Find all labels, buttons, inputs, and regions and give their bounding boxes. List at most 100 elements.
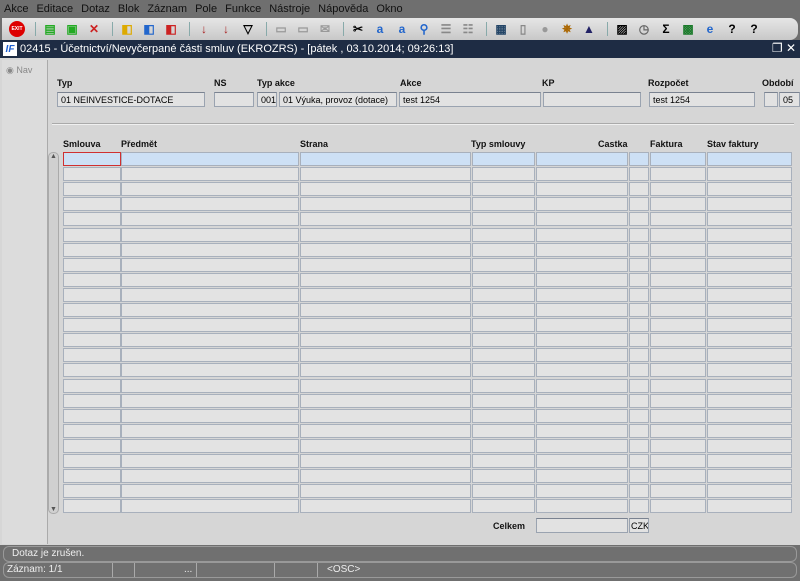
cell-faktura[interactable] — [650, 423, 706, 438]
indent-icon[interactable]: ☰ — [437, 21, 455, 37]
cell-stav-faktury[interactable] — [707, 212, 792, 227]
cell-typ-smlouvy[interactable] — [472, 303, 535, 317]
cell-extra[interactable] — [629, 318, 649, 333]
cell-smlouva[interactable] — [63, 423, 121, 438]
cell-castka[interactable] — [536, 257, 628, 272]
cell-extra[interactable] — [629, 212, 649, 227]
rozpocet-field[interactable]: test 1254 — [649, 92, 755, 107]
cell-predmet[interactable] — [121, 182, 299, 197]
cell-stav-faktury[interactable] — [707, 363, 792, 378]
cell-stav-faktury[interactable] — [707, 393, 792, 408]
context-help-icon[interactable]: ? — [745, 21, 763, 37]
print-setup-icon[interactable]: ▭ — [294, 21, 312, 37]
wheel-icon[interactable]: ✵ — [558, 21, 576, 37]
cell-strana[interactable] — [300, 287, 471, 302]
cell-extra[interactable] — [629, 197, 649, 212]
cell-strana[interactable] — [300, 438, 471, 453]
cell-castka[interactable] — [536, 484, 628, 499]
cell-stav-faktury[interactable] — [707, 438, 792, 453]
cell-smlouva[interactable] — [63, 393, 121, 408]
cell-smlouva[interactable] — [63, 484, 121, 499]
cell-predmet[interactable] — [121, 348, 299, 363]
cell-faktura[interactable] — [650, 167, 706, 182]
cell-predmet[interactable] — [121, 454, 299, 468]
cell-typ-smlouvy[interactable] — [472, 484, 535, 499]
cell-stav-faktury[interactable] — [707, 423, 792, 438]
cell-stav-faktury[interactable] — [707, 454, 792, 468]
menu-funkce[interactable]: Funkce — [225, 3, 261, 15]
cell-faktura[interactable] — [650, 287, 706, 302]
cell-smlouva[interactable] — [63, 333, 121, 348]
cell-stav-faktury[interactable] — [707, 242, 792, 257]
cell-predmet[interactable] — [121, 257, 299, 272]
cell-smlouva[interactable] — [63, 318, 121, 333]
cell-typ-smlouvy[interactable] — [472, 287, 535, 302]
cell-typ-smlouvy[interactable] — [472, 363, 535, 378]
exit-button[interactable]: EXIT — [8, 21, 26, 37]
cell-stav-faktury[interactable] — [707, 318, 792, 333]
cell-smlouva[interactable] — [63, 469, 121, 484]
cell-typ-smlouvy[interactable] — [472, 197, 535, 212]
menu-napoveda[interactable]: Nápověda — [318, 3, 368, 15]
cell-castka[interactable] — [536, 454, 628, 468]
cell-stav-faktury[interactable] — [707, 287, 792, 302]
cell-stav-faktury[interactable] — [707, 167, 792, 182]
cell-strana[interactable] — [300, 333, 471, 348]
menu-editace[interactable]: Editace — [36, 3, 73, 15]
cell-predmet[interactable] — [121, 378, 299, 393]
cell-extra[interactable] — [629, 499, 649, 514]
cell-castka[interactable] — [536, 318, 628, 333]
vertical-scrollbar[interactable]: ▲ ▼ — [48, 152, 59, 514]
cell-faktura[interactable] — [650, 348, 706, 363]
cell-strana[interactable] — [300, 197, 471, 212]
cell-strana[interactable] — [300, 212, 471, 227]
cell-predmet[interactable] — [121, 152, 299, 166]
obdobi-field[interactable]: 05 — [779, 92, 800, 107]
chart-icon[interactable]: ▨ — [613, 21, 631, 37]
filter-icon[interactable]: ▽ — [239, 21, 257, 37]
cell-faktura[interactable] — [650, 438, 706, 453]
cell-extra[interactable] — [629, 408, 649, 423]
cell-extra[interactable] — [629, 167, 649, 182]
cell-stav-faktury[interactable] — [707, 499, 792, 514]
copy-icon[interactable]: a — [371, 21, 389, 37]
cell-typ-smlouvy[interactable] — [472, 227, 535, 242]
cell-predmet[interactable] — [121, 333, 299, 348]
cell-castka[interactable] — [536, 182, 628, 197]
cell-typ-smlouvy[interactable] — [472, 438, 535, 453]
delete-record-icon[interactable]: ✕ — [85, 21, 103, 37]
cell-stav-faktury[interactable] — [707, 303, 792, 317]
cell-castka[interactable] — [536, 469, 628, 484]
cancel-query-icon[interactable]: ◧ — [162, 21, 180, 37]
menu-okno[interactable]: Okno — [376, 3, 402, 15]
cell-typ-smlouvy[interactable] — [472, 242, 535, 257]
scroll-up-icon[interactable]: ▲ — [49, 153, 58, 160]
save-icon[interactable]: ▣ — [63, 21, 81, 37]
cell-typ-smlouvy[interactable] — [472, 167, 535, 182]
cell-faktura[interactable] — [650, 242, 706, 257]
cell-extra[interactable] — [629, 438, 649, 453]
cell-castka[interactable] — [536, 408, 628, 423]
cell-predmet[interactable] — [121, 438, 299, 453]
cell-typ-smlouvy[interactable] — [472, 454, 535, 468]
cell-stav-faktury[interactable] — [707, 257, 792, 272]
cell-extra[interactable] — [629, 152, 649, 166]
columns-icon[interactable]: ☷ — [459, 21, 477, 37]
scroll-down-icon[interactable]: ▼ — [49, 506, 58, 513]
typ-akce-field[interactable]: 01 Výuka, provoz (dotace) — [279, 92, 397, 107]
cell-strana[interactable] — [300, 303, 471, 317]
cell-predmet[interactable] — [121, 303, 299, 317]
cell-smlouva[interactable] — [63, 348, 121, 363]
cell-faktura[interactable] — [650, 333, 706, 348]
cell-faktura[interactable] — [650, 454, 706, 468]
cell-faktura[interactable] — [650, 212, 706, 227]
cell-stav-faktury[interactable] — [707, 348, 792, 363]
cell-castka[interactable] — [536, 333, 628, 348]
cut-icon[interactable]: ✂ — [349, 21, 367, 37]
cell-stav-faktury[interactable] — [707, 333, 792, 348]
cell-smlouva[interactable] — [63, 257, 121, 272]
cell-strana[interactable] — [300, 182, 471, 197]
cell-faktura[interactable] — [650, 227, 706, 242]
cell-strana[interactable] — [300, 378, 471, 393]
cell-predmet[interactable] — [121, 212, 299, 227]
